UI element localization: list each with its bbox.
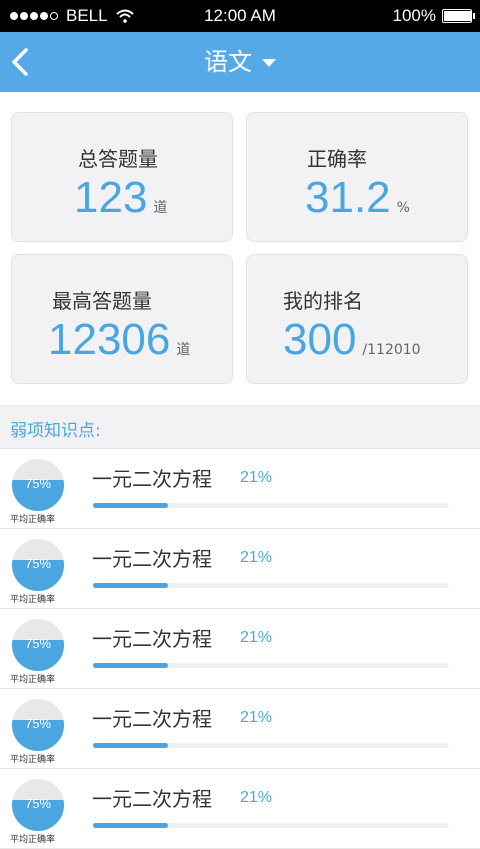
list-item[interactable]: 75% 平均正确率 一元二次方程 21% [0,609,480,689]
topic-rate: 21% [240,789,273,806]
stat-label: 最高答题量 [52,289,152,313]
accuracy-gauge: 75% [12,779,64,831]
list-item[interactable]: 75% 平均正确率 一元二次方程 21% [0,769,480,849]
stat-value-wrap: 12306 道 [48,315,190,365]
topic-rate: 21% [240,709,273,726]
stat-card-rank: 我的排名 300/112010 [246,254,468,384]
progress-fill [93,583,168,588]
topic-rate: 21% [240,469,273,486]
gauge-label: 平均正确率 [10,835,56,845]
progress-bar [93,583,449,588]
stat-label: 总答题量 [78,147,158,171]
gauge-label: 平均正确率 [10,515,56,525]
weak-points-header: 弱项知识点: [0,405,480,449]
topic-name: 一元二次方程 [92,707,212,731]
progress-fill [93,663,168,668]
progress-fill [93,823,168,828]
battery-percent: 100% [392,6,436,25]
gauge-percent: 75% [24,716,52,731]
list-item[interactable]: 75% 平均正确率 一元二次方程 21% [0,689,480,769]
stat-value: 12306 [48,315,171,364]
status-right: 100% [392,6,475,26]
battery-icon [442,9,475,23]
accuracy-gauge: 75% [12,459,64,511]
gauge-label: 平均正确率 [10,675,56,685]
accuracy-gauge: 75% [12,619,64,671]
page-title: 语文 [204,48,252,76]
caret-down-icon [262,59,276,67]
stat-value: 300 [283,315,357,364]
topic-rate: 21% [240,549,273,566]
accuracy-gauge: 75% [12,539,64,591]
stat-label: 我的排名 [283,289,363,313]
stat-value: 123 [74,173,148,222]
stat-label: 正确率 [307,147,367,171]
battery-fill [444,11,471,21]
topic-name: 一元二次方程 [92,787,212,811]
stat-card-max: 最高答题量 12306 道 [11,254,233,384]
stat-value-wrap: 300/112010 [283,315,421,365]
stats-grid: 总答题量 123 道 正确率 31.2% 最高答题量 12306 道 我的排名 30… [11,112,470,385]
stat-card-total: 总答题量 123 道 [11,112,233,242]
status-bar: BELL 12:00 AM 100% [0,0,480,32]
list-item[interactable]: 75% 平均正确率 一元二次方程 21% [0,529,480,609]
gauge-percent: 75% [24,476,52,491]
weak-points-list: 75% 平均正确率 一元二次方程 21% 75% 平均正确率 一元二次方程 21… [0,449,480,849]
list-item[interactable]: 75% 平均正确率 一元二次方程 21% [0,449,480,529]
progress-fill [93,503,168,508]
topic-name: 一元二次方程 [92,467,212,491]
progress-fill [93,743,168,748]
gauge-label: 平均正确率 [10,755,56,765]
stat-value: 31.2 [305,173,391,222]
stat-value-wrap: 31.2% [305,173,410,223]
nav-bar: 语文 [0,32,480,92]
subject-selector[interactable]: 语文 [0,46,480,78]
progress-bar [93,503,449,508]
gauge-percent: 75% [24,556,52,571]
topic-name: 一元二次方程 [92,627,212,651]
gauge-label: 平均正确率 [10,595,56,605]
progress-bar [93,823,449,828]
section-title: 弱项知识点: [10,421,101,441]
topic-name: 一元二次方程 [92,547,212,571]
progress-bar [93,663,449,668]
gauge-percent: 75% [24,636,52,651]
stat-value-wrap: 123 道 [74,173,167,223]
gauge-percent: 75% [24,796,52,811]
stat-unit: 道 [176,342,191,358]
topic-rate: 21% [240,629,273,646]
stat-unit: % [396,200,410,216]
progress-bar [93,743,449,748]
stat-card-accuracy: 正确率 31.2% [246,112,468,242]
stat-unit: /112010 [362,342,421,358]
stat-unit: 道 [153,200,168,216]
accuracy-gauge: 75% [12,699,64,751]
